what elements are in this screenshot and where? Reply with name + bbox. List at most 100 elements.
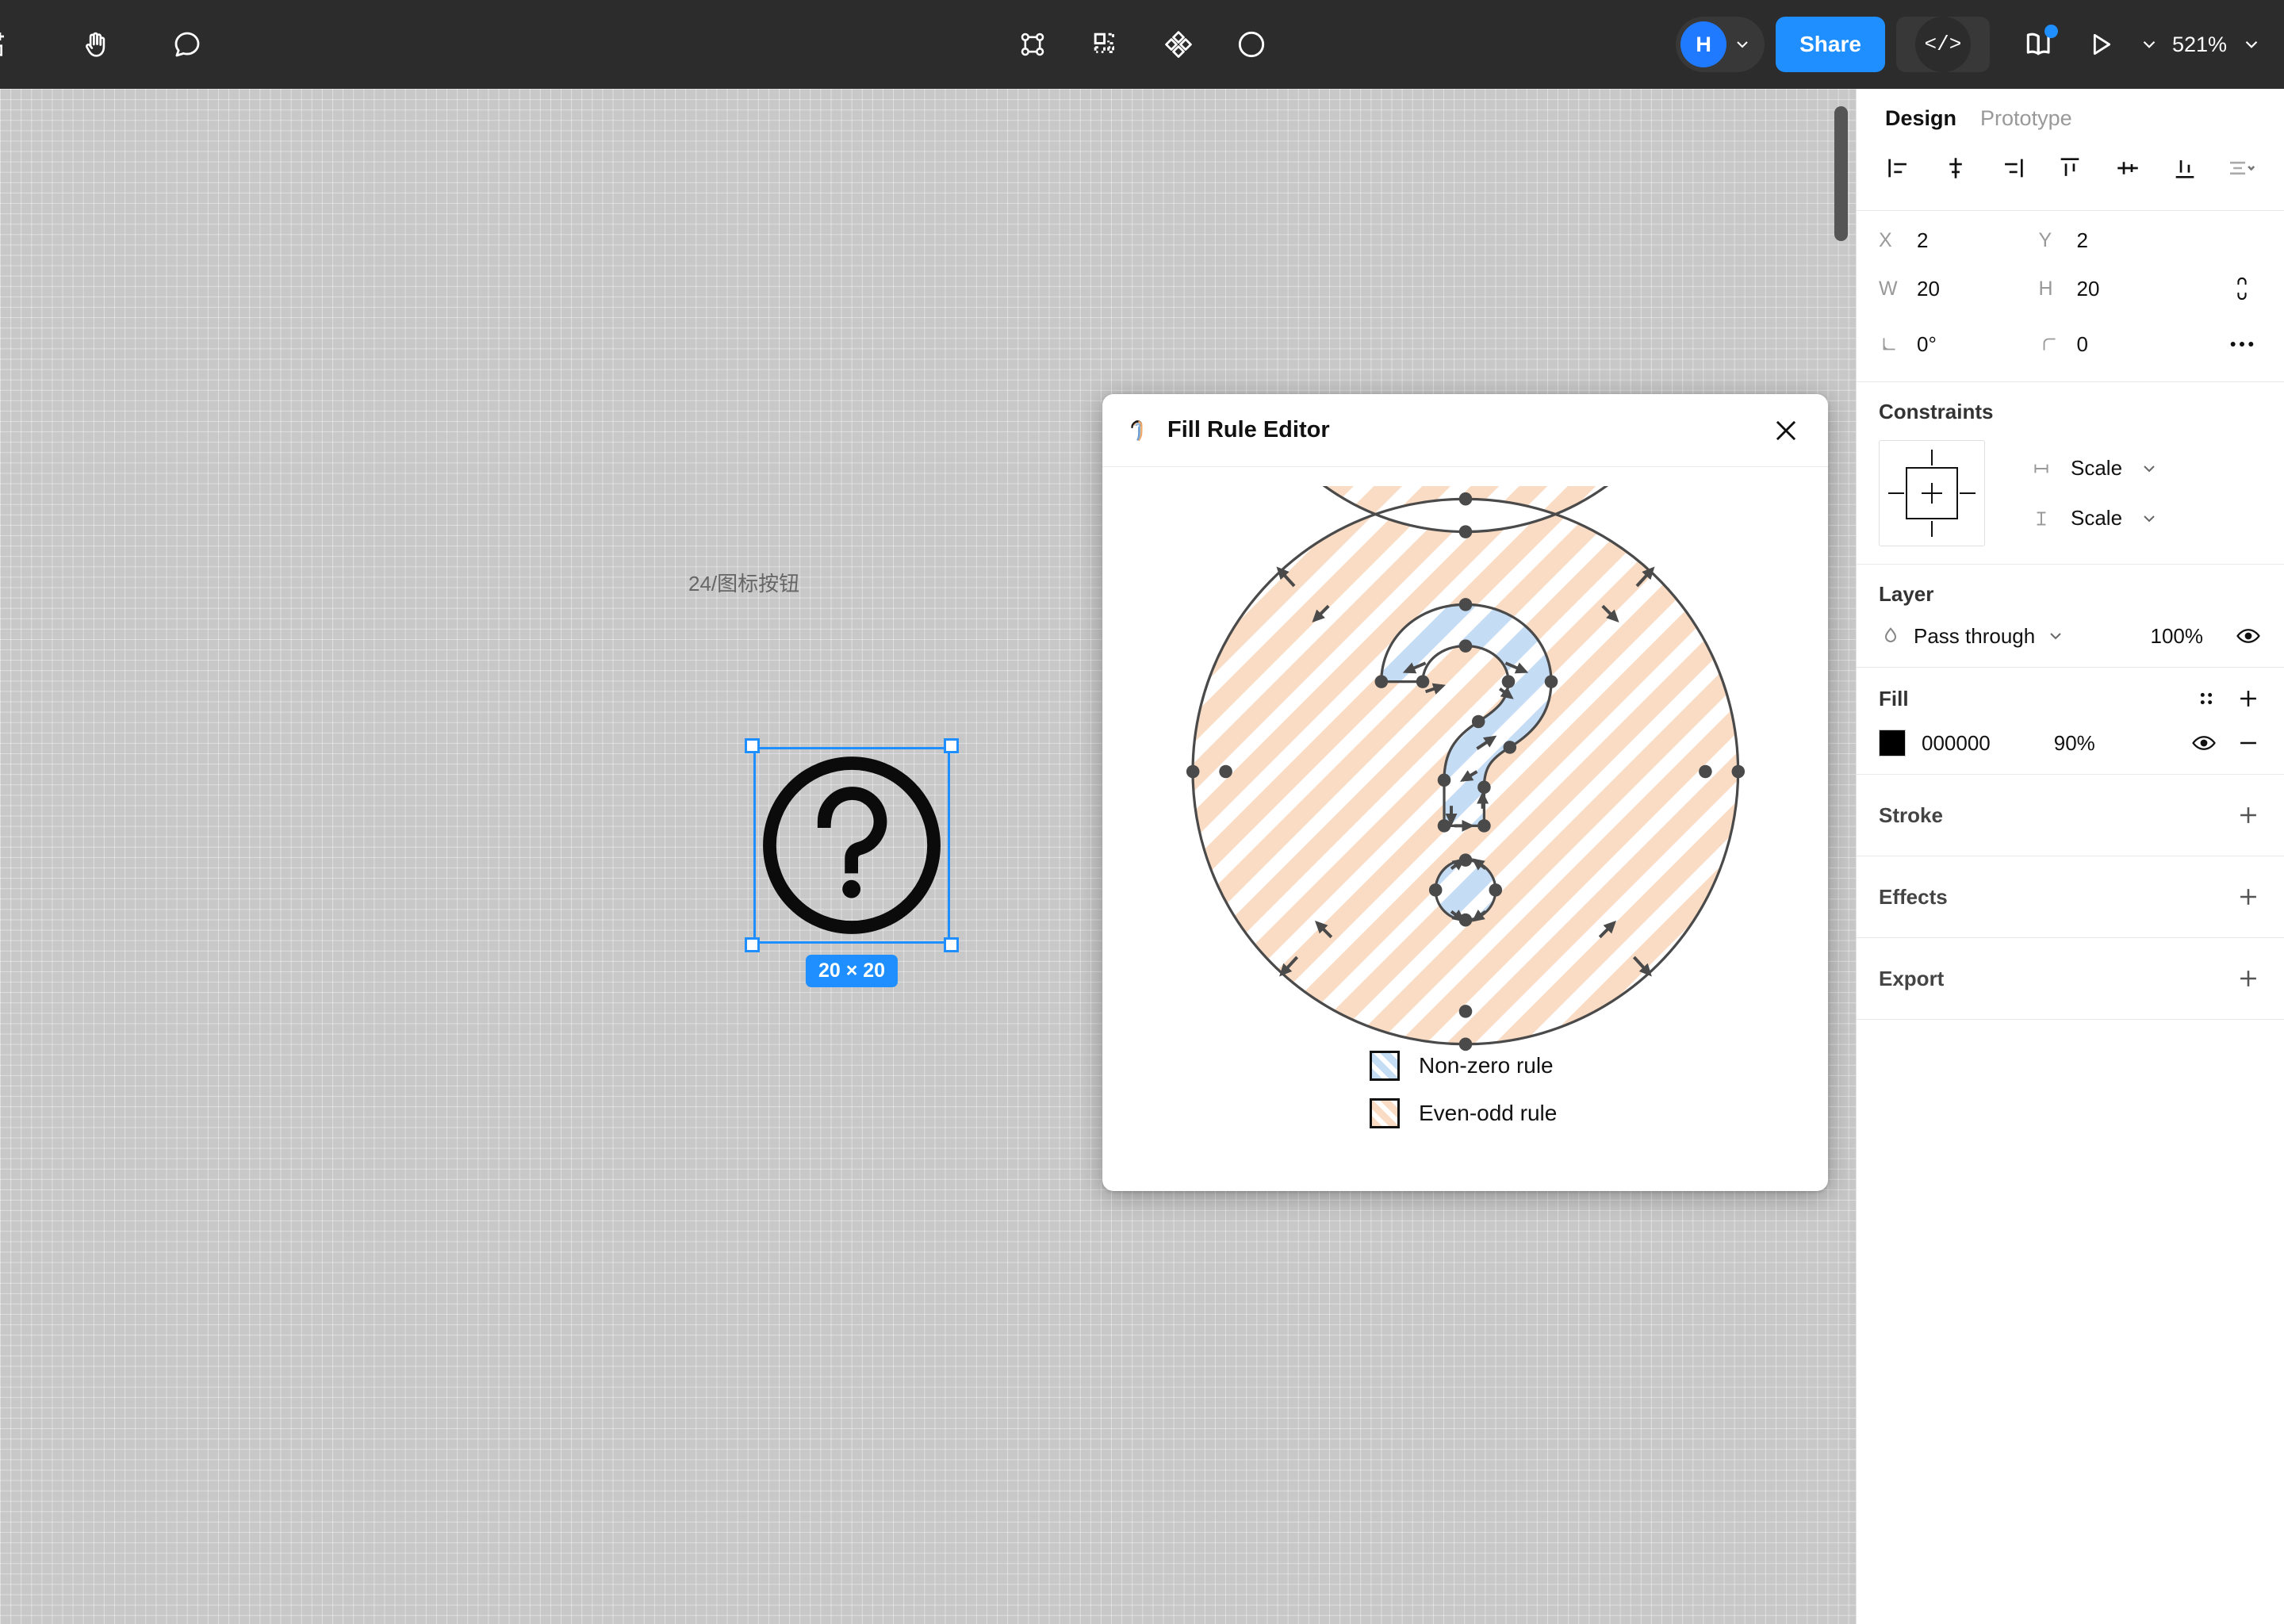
- layer-title: Layer: [1879, 582, 1934, 606]
- corner-radius-field[interactable]: 0: [2039, 332, 2199, 357]
- even-odd-swatch: [1370, 1098, 1400, 1128]
- rotation-field[interactable]: 0°: [1879, 332, 2039, 357]
- fill-styles-icon[interactable]: [2195, 688, 2217, 710]
- comment-tool-button[interactable]: [154, 11, 220, 78]
- tab-design[interactable]: Design: [1885, 106, 1956, 131]
- fill-color-swatch[interactable]: [1879, 730, 1906, 756]
- fill-rule-plugin-icon: [1131, 419, 1143, 441]
- angle-icon: [1883, 338, 1895, 350]
- present-button[interactable]: [2075, 20, 2125, 69]
- chevron-down-icon[interactable]: [2046, 626, 2065, 645]
- add-stroke-button[interactable]: [2235, 802, 2262, 829]
- width-value: 20: [1917, 276, 1940, 301]
- constraint-tick-right[interactable]: [1960, 492, 1976, 494]
- frame-tool-button[interactable]: [0, 11, 33, 78]
- corner-radius-value: 0: [2076, 331, 2088, 356]
- horizontal-constraint-dropdown[interactable]: Scale: [2029, 456, 2159, 481]
- eye-icon[interactable]: [2190, 730, 2217, 756]
- corner-radius-icon: [2043, 338, 2056, 350]
- code-icon: </>: [1914, 17, 1971, 72]
- align-vertical-center-button[interactable]: [2108, 148, 2148, 188]
- align-left-button[interactable]: [1879, 148, 1918, 188]
- align-top-icon: [2061, 158, 2079, 176]
- tab-prototype[interactable]: Prototype: [1980, 106, 2072, 131]
- add-export-button[interactable]: [2235, 965, 2262, 992]
- width-field[interactable]: W 20: [1879, 277, 2039, 301]
- minus-icon[interactable]: [2235, 730, 2262, 756]
- contrast-plugin-button[interactable]: [1218, 11, 1285, 78]
- height-value: 20: [2076, 276, 2100, 301]
- resize-handle-top-left[interactable]: [745, 738, 760, 753]
- fill-header-actions: [2195, 685, 2262, 712]
- top-toolbar: H Share </> 521%: [0, 0, 2284, 89]
- fill-item-row: 000000 90%: [1879, 730, 2262, 756]
- layer-section: Layer Pass through 100%: [1857, 565, 2284, 668]
- grid-layout-plugin-button[interactable]: [1072, 11, 1139, 78]
- blend-mode-icon: [1884, 627, 1897, 642]
- align-right-button[interactable]: [1993, 148, 2033, 188]
- distribute-menu-button[interactable]: [2222, 148, 2262, 188]
- fill-rule-vector-preview: [1186, 486, 1745, 1051]
- canvas-vertical-scrollbar[interactable]: [1834, 106, 1848, 241]
- more-options-button[interactable]: [2222, 324, 2262, 364]
- present-options-chevron-icon[interactable]: [2139, 34, 2159, 55]
- diamond-pattern-plugin-button[interactable]: [1145, 11, 1212, 78]
- align-horizontal-center-icon: [1949, 158, 1962, 178]
- eye-icon[interactable]: [2235, 622, 2262, 649]
- hand-tool-icon: [86, 32, 105, 57]
- library-button[interactable]: [2015, 20, 2064, 69]
- align-bottom-icon: [2175, 160, 2194, 178]
- even-odd-label: Even-odd rule: [1419, 1101, 1558, 1125]
- dev-mode-toggle[interactable]: </>: [1895, 17, 1990, 72]
- align-top-button[interactable]: [2050, 148, 2090, 188]
- vector-points-plugin-button[interactable]: [999, 11, 1066, 78]
- fill-opacity-value[interactable]: 90%: [2054, 731, 2095, 756]
- x-field[interactable]: X 2: [1879, 228, 2039, 253]
- align-horizontal-center-button[interactable]: [1936, 148, 1976, 188]
- blend-mode-value[interactable]: Pass through: [1914, 624, 2035, 649]
- align-vertical-center-icon: [2117, 162, 2138, 174]
- resize-handle-bottom-left[interactable]: [745, 937, 760, 952]
- constraints-section: Constraints Scale Scale: [1857, 382, 2284, 565]
- fill-hex-value[interactable]: 000000: [1922, 731, 1991, 756]
- frame-name-label[interactable]: 24/图标按钮: [688, 568, 799, 597]
- y-label: Y: [2038, 229, 2052, 251]
- hand-tool-button[interactable]: [63, 11, 130, 78]
- constraint-tick-bottom[interactable]: [1931, 521, 1933, 537]
- constraints-controls: Scale Scale: [1879, 440, 2262, 546]
- chevron-down-icon: [1737, 41, 1748, 48]
- share-button[interactable]: Share: [1776, 17, 1885, 72]
- constraint-tick-left[interactable]: [1888, 492, 1904, 494]
- position-size-section: X 2 Y 2 W 20 H 20 0° 0: [1857, 211, 2284, 382]
- export-section: Export: [1857, 938, 2284, 1020]
- height-field[interactable]: H 20: [2039, 277, 2199, 301]
- layer-opacity-value[interactable]: 100%: [2151, 624, 2204, 649]
- y-field[interactable]: Y 2: [2039, 228, 2199, 253]
- stroke-title: Stroke: [1879, 802, 1943, 827]
- plus-icon[interactable]: [2235, 685, 2262, 712]
- constraint-center-horizontal: [1922, 492, 1942, 494]
- resize-handle-bottom-right[interactable]: [944, 937, 959, 952]
- width-label: W: [1879, 277, 1898, 300]
- align-bottom-button[interactable]: [2165, 148, 2205, 188]
- add-effect-button[interactable]: [2235, 883, 2262, 910]
- dialog-close-button[interactable]: [1765, 409, 1807, 452]
- effects-title: Effects: [1879, 884, 1948, 909]
- user-avatar-group[interactable]: H: [1676, 17, 1765, 72]
- resize-handle-top-right[interactable]: [944, 738, 959, 753]
- zoom-level-label[interactable]: 521%: [2172, 33, 2227, 57]
- selected-node-wrapper[interactable]: 20 × 20: [745, 738, 959, 987]
- constraints-widget[interactable]: [1879, 440, 1985, 546]
- proportion-lock-button[interactable]: [2222, 269, 2262, 308]
- constraint-tick-top[interactable]: [1931, 450, 1933, 465]
- x-value: 2: [1917, 228, 1929, 252]
- align-left-icon: [1888, 159, 1907, 178]
- grid-layout-plugin-icon: [1094, 33, 1114, 53]
- panel-tabs: Design Prototype: [1857, 89, 2284, 131]
- fill-item-actions: [2190, 730, 2262, 756]
- toolbar-plugin-tools: [999, 11, 1285, 78]
- vertical-constraint-dropdown[interactable]: Scale: [2029, 506, 2159, 530]
- comment-tool-icon: [174, 32, 200, 57]
- alignment-toolbar: [1857, 131, 2284, 211]
- zoom-menu-chevron-icon[interactable]: [2241, 34, 2262, 55]
